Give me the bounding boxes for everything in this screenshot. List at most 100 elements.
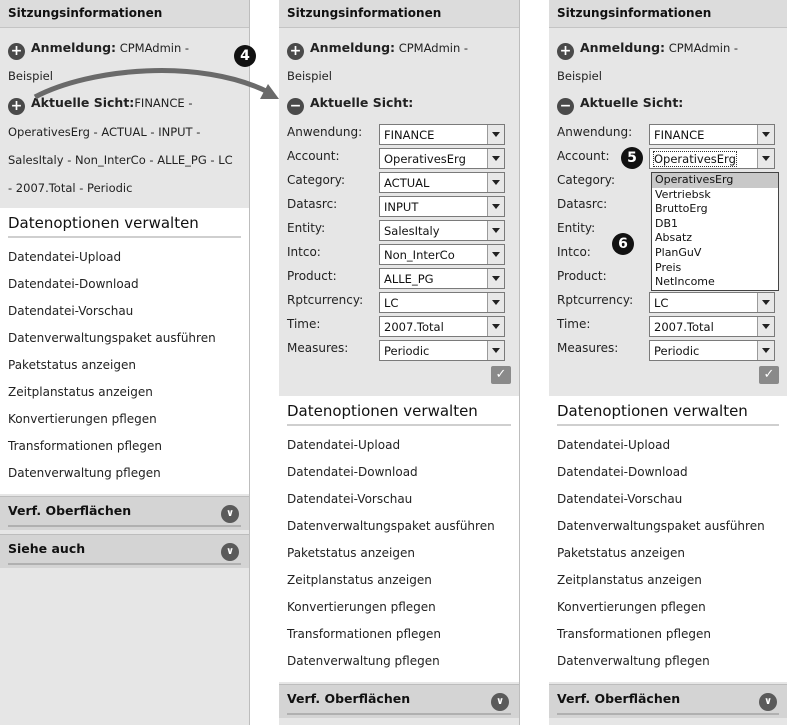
login-row[interactable]: + Anmeldung: CPMAdmin - [8, 40, 241, 60]
dropdown-option[interactable]: NetIncome [652, 275, 778, 290]
dropdown-arrow-icon [487, 221, 504, 240]
time-select[interactable]: 2007.Total [379, 316, 505, 337]
link-run-package[interactable]: Datenverwaltungspaket ausführen [557, 519, 765, 533]
minus-circle-icon[interactable]: − [287, 98, 304, 115]
session-info-header: Sitzungsinformationen [549, 0, 787, 28]
chevron-down-circle-icon[interactable]: ∨ [221, 543, 239, 561]
panel-1: Sitzungsinformationen + Anmeldung: CPMAdm… [0, 0, 250, 725]
entity-select[interactable]: SalesItaly [379, 220, 505, 241]
dropdown-option[interactable]: Preis [652, 261, 778, 276]
dropdown-arrow-icon [757, 293, 774, 312]
current-view-row[interactable]: − Aktuelle Sicht: [557, 95, 779, 115]
plus-circle-icon[interactable]: + [8, 43, 25, 60]
dropdown-option[interactable]: PlanGuV [652, 246, 778, 261]
account-select[interactable]: OperativesErg [649, 148, 775, 169]
product-select[interactable]: ALLE_PG [379, 268, 505, 289]
link-upload[interactable]: Datendatei-Upload [287, 438, 400, 452]
link-transformations[interactable]: Transformationen pflegen [287, 627, 441, 641]
link-conversions[interactable]: Konvertierungen pflegen [287, 600, 436, 614]
section-surfaces[interactable]: Verf. Oberflächen ∨ [549, 684, 787, 718]
dim-row-rptcurrency: Rptcurrency: LC [287, 290, 511, 314]
session-info-header: Sitzungsinformationen [279, 0, 519, 28]
login-row[interactable]: + Anmeldung: CPMAdmin - [287, 40, 511, 60]
section-see-also[interactable]: Siehe auch ∨ [0, 534, 249, 568]
link-preview[interactable]: Datendatei-Vorschau [8, 304, 133, 318]
manage-data-title: Datenoptionen verwalten [279, 396, 519, 428]
minus-circle-icon[interactable]: − [557, 98, 574, 115]
callout-4: 4 [234, 45, 256, 67]
link-conversions[interactable]: Konvertierungen pflegen [8, 412, 157, 426]
link-conversions[interactable]: Konvertierungen pflegen [557, 600, 706, 614]
chevron-down-circle-icon[interactable]: ∨ [759, 693, 777, 711]
current-view-line: - 2007.Total - Periodic [8, 181, 133, 195]
apply-checkmark-icon[interactable]: ✓ [759, 366, 779, 384]
category-select[interactable]: ACTUAL [379, 172, 505, 193]
link-data-management[interactable]: Datenverwaltung pflegen [287, 654, 440, 668]
link-data-management[interactable]: Datenverwaltung pflegen [557, 654, 710, 668]
link-package-status[interactable]: Paketstatus anzeigen [287, 546, 415, 560]
account-select[interactable]: OperativesErg [379, 148, 505, 169]
dropdown-arrow-icon [487, 341, 504, 360]
account-dropdown-list[interactable]: OperativesErg Vertriebsk BruttoErg DB1 A… [651, 172, 779, 291]
link-download[interactable]: Datendatei-Download [8, 277, 139, 291]
dim-row-application: Anwendung: FINANCE [557, 122, 779, 146]
link-download[interactable]: Datendatei-Download [287, 465, 418, 479]
link-transformations[interactable]: Transformationen pflegen [8, 439, 162, 453]
current-view-line: SalesItaly - Non_InterCo - ALLE_PG - LC [8, 153, 233, 167]
link-schedule-status[interactable]: Zeitplanstatus anzeigen [287, 573, 432, 587]
link-schedule-status[interactable]: Zeitplanstatus anzeigen [8, 385, 153, 399]
dim-row-measures: Measures: Periodic [287, 338, 511, 362]
dropdown-option[interactable]: OperativesErg [652, 173, 778, 188]
link-preview[interactable]: Datendatei-Vorschau [557, 492, 682, 506]
rptcurrency-select[interactable]: LC [649, 292, 775, 313]
dropdown-arrow-icon [757, 341, 774, 360]
dim-row-account: Account: OperativesErg [287, 146, 511, 170]
plus-circle-icon[interactable]: + [8, 98, 25, 115]
link-run-package[interactable]: Datenverwaltungspaket ausführen [287, 519, 495, 533]
apply-checkmark-icon[interactable]: ✓ [491, 366, 511, 384]
rptcurrency-select[interactable]: LC [379, 292, 505, 313]
current-view-row[interactable]: − Aktuelle Sicht: [287, 95, 511, 115]
link-package-status[interactable]: Paketstatus anzeigen [557, 546, 685, 560]
manage-data-title: Datenoptionen verwalten [0, 208, 249, 240]
link-download[interactable]: Datendatei-Download [557, 465, 688, 479]
link-data-management[interactable]: Datenverwaltung pflegen [8, 466, 161, 480]
application-select[interactable]: FINANCE [649, 124, 775, 145]
chevron-down-circle-icon[interactable]: ∨ [221, 505, 239, 523]
dim-row-measures: Measures: Periodic [557, 338, 779, 362]
link-upload[interactable]: Datendatei-Upload [8, 250, 121, 264]
link-package-status[interactable]: Paketstatus anzeigen [8, 358, 136, 372]
dropdown-option[interactable]: DB1 [652, 217, 778, 232]
measures-select[interactable]: Periodic [379, 340, 505, 361]
measures-select[interactable]: Periodic [649, 340, 775, 361]
chevron-down-circle-icon[interactable]: ∨ [491, 693, 509, 711]
time-select[interactable]: 2007.Total [649, 316, 775, 337]
datasrc-select[interactable]: INPUT [379, 196, 505, 217]
dropdown-option[interactable]: Vertriebsk [652, 188, 778, 203]
plus-circle-icon[interactable]: + [287, 43, 304, 60]
panel-3: Sitzungsinformationen + Anmeldung: CPMAdm… [549, 0, 787, 725]
callout-5: 5 [621, 147, 643, 169]
section-surfaces[interactable]: Verf. Oberflächen ∨ [0, 496, 249, 530]
dropdown-option[interactable]: BruttoErg [652, 202, 778, 217]
plus-circle-icon[interactable]: + [557, 43, 574, 60]
dropdown-option[interactable]: Absatz [652, 231, 778, 246]
link-schedule-status[interactable]: Zeitplanstatus anzeigen [557, 573, 702, 587]
section-surfaces[interactable]: Verf. Oberflächen ∨ [279, 684, 519, 718]
link-preview[interactable]: Datendatei-Vorschau [287, 492, 412, 506]
link-run-package[interactable]: Datenverwaltungspaket ausführen [8, 331, 216, 345]
dropdown-arrow-icon [757, 149, 774, 168]
session-info-header: Sitzungsinformationen [0, 0, 249, 28]
dim-row-category: Category: ACTUAL [287, 170, 511, 194]
dropdown-arrow-icon [487, 173, 504, 192]
intco-select[interactable]: Non_InterCo [379, 244, 505, 265]
link-transformations[interactable]: Transformationen pflegen [557, 627, 711, 641]
link-upload[interactable]: Datendatei-Upload [557, 438, 670, 452]
login-row[interactable]: + Anmeldung: CPMAdmin - [557, 40, 779, 60]
callout-6: 6 [612, 233, 634, 255]
current-view-row[interactable]: + Aktuelle Sicht:FINANCE - [8, 95, 241, 115]
dim-row-time: Time: 2007.Total [287, 314, 511, 338]
manage-data-title: Datenoptionen verwalten [549, 396, 787, 428]
dropdown-arrow-icon [487, 269, 504, 288]
application-select[interactable]: FINANCE [379, 124, 505, 145]
